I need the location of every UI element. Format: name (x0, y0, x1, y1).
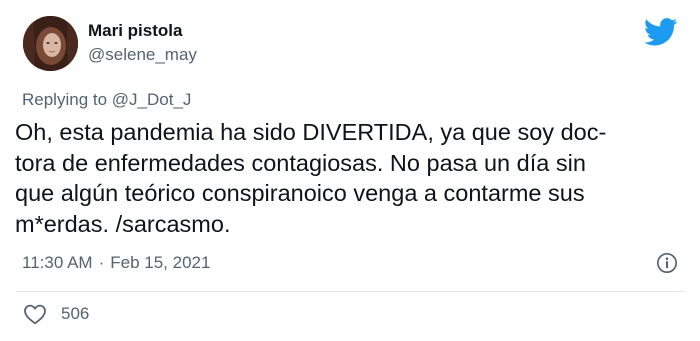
user-handle[interactable]: @selene_may (88, 45, 197, 65)
meta-separator: · (98, 253, 105, 272)
tweet-card: Mari pistola @selene_may Replying to @J_… (0, 0, 700, 341)
tweet-time: 11:30 AM (22, 253, 93, 272)
avatar-image (23, 16, 78, 71)
info-icon[interactable] (656, 252, 678, 274)
avatar[interactable] (23, 16, 78, 71)
replying-prefix: Replying to (22, 90, 112, 109)
reply-mention-link[interactable]: @J_Dot_J (112, 90, 192, 109)
display-name[interactable]: Mari pistola (88, 21, 182, 41)
tweet-date: Feb 15, 2021 (110, 253, 211, 272)
like-count: 506 (61, 304, 90, 323)
like-button[interactable]: 506 (23, 303, 89, 325)
heart-icon[interactable] (23, 303, 47, 325)
tweet-text: Oh, esta pandemia ha sido DIVERTIDA, ya … (15, 119, 607, 237)
tweet-timestamp[interactable]: 11:30 AM · Feb 15, 2021 (22, 253, 210, 273)
divider (15, 291, 685, 292)
twitter-bird-icon[interactable] (644, 18, 678, 46)
replying-to: Replying to @J_Dot_J (22, 90, 191, 110)
